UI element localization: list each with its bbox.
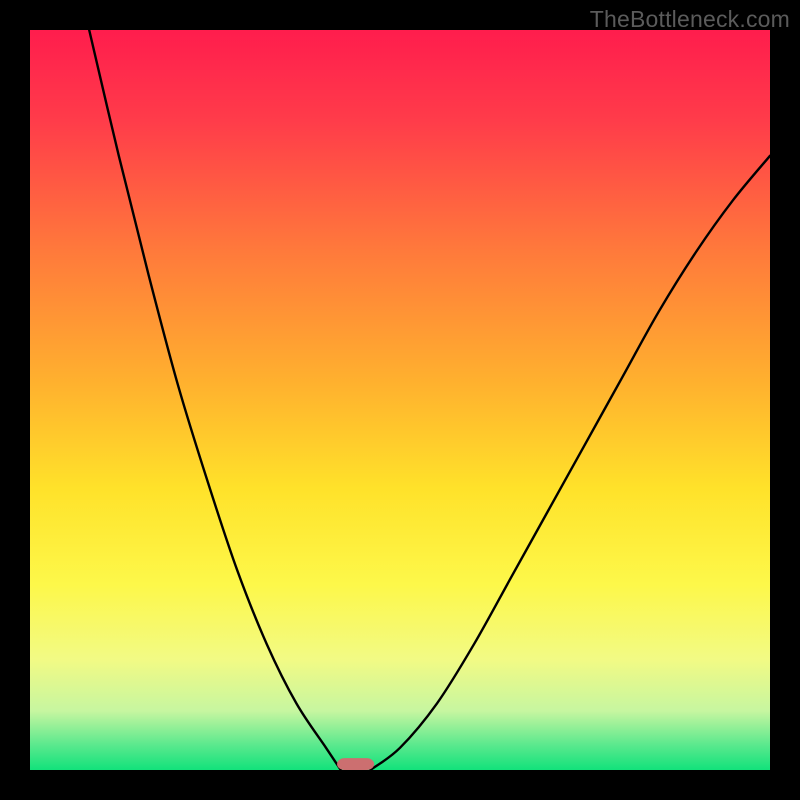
chart-stage: TheBottleneck.com <box>0 0 800 800</box>
watermark-text: TheBottleneck.com <box>590 6 790 33</box>
plot-background <box>30 30 770 770</box>
bottleneck-chart <box>0 0 800 800</box>
min-marker <box>337 758 374 770</box>
